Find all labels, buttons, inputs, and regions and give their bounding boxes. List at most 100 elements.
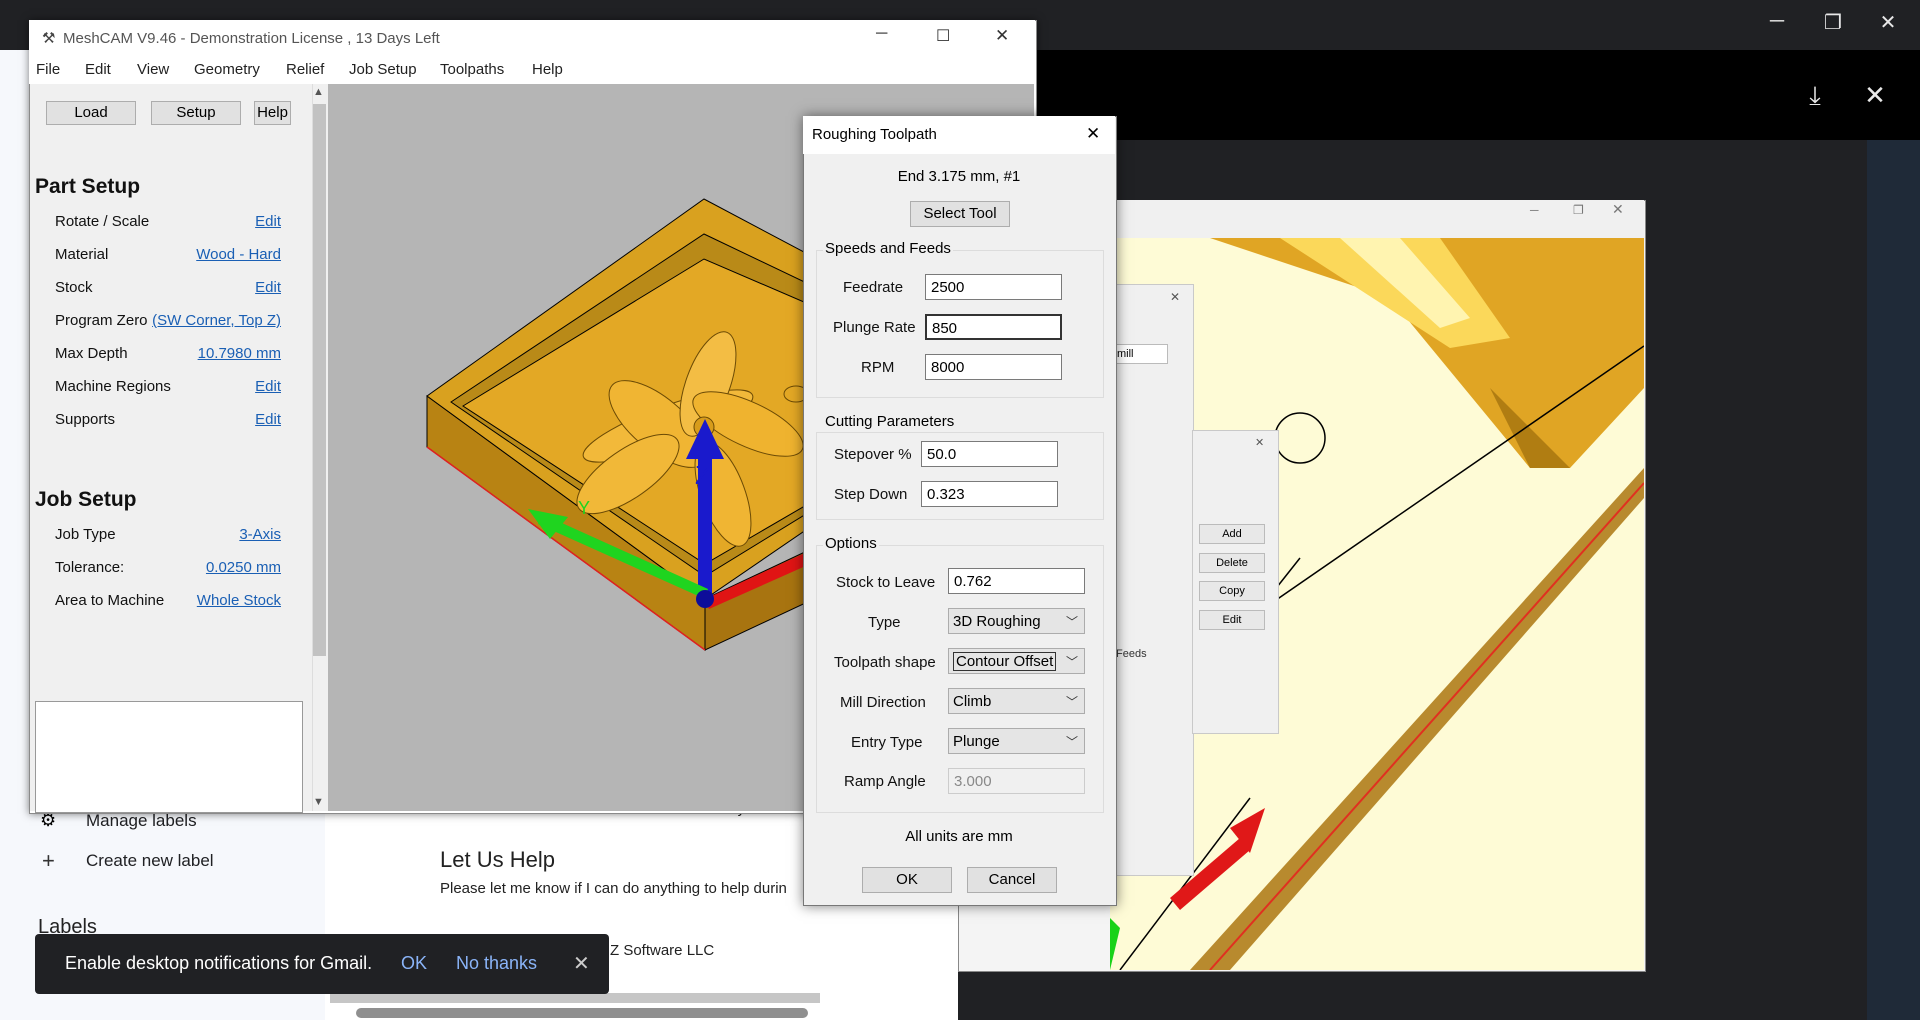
options-group-title: Options [823, 535, 879, 552]
feedrate-label: Feedrate [843, 279, 904, 296]
dialog-close-icon[interactable]: ✕ [1086, 124, 1100, 144]
download-icon[interactable]: ⤓ [1795, 80, 1835, 112]
toast-close-icon[interactable]: ✕ [573, 951, 590, 976]
y-axis-label: Y [578, 498, 591, 518]
step-down-input[interactable]: 0.323 [921, 481, 1058, 507]
load-button[interactable]: Load [46, 101, 136, 125]
bg-add-button: Add [1199, 524, 1265, 544]
menu-job-setup[interactable]: Job Setup [349, 61, 417, 78]
plunge-rate-input[interactable]: 850 [925, 314, 1062, 340]
stock-to-leave-label: Stock to Leave [836, 574, 936, 591]
menu-file[interactable]: File [36, 61, 60, 78]
window-title: MeshCAM V9.46 - Demonstration License , … [63, 30, 440, 47]
toast-no-thanks-button[interactable]: No thanks [456, 953, 537, 974]
rotate-scale-link[interactable]: Edit [255, 213, 281, 230]
type-value: 3D Roughing [953, 613, 1041, 630]
right-side-strip [1867, 140, 1920, 1020]
mill-direction-value: Climb [953, 693, 992, 710]
bg-dialog-close: ✕ [1170, 290, 1181, 304]
toast-ok-button[interactable]: OK [401, 953, 427, 974]
panel-scroll-thumb[interactable] [313, 104, 326, 656]
tool-info: End 3.175 mm, #1 [897, 168, 1021, 185]
help-text: Please let me know if I can do anything … [440, 880, 787, 897]
scroll-up-icon[interactable]: ▲ [313, 86, 324, 98]
area-to-machine-label: Area to Machine [55, 592, 165, 609]
toast-message: Enable desktop notifications for Gmail. [65, 953, 373, 973]
ramp-angle-label: Ramp Angle [844, 773, 926, 790]
program-zero-link[interactable]: (SW Corner, Top Z) [152, 312, 281, 329]
entry-type-value: Plunge [953, 733, 1000, 750]
job-setup-heading: Job Setup [35, 488, 137, 511]
entry-type-select[interactable]: Plunge ﹀ [948, 728, 1085, 754]
stock-link[interactable]: Edit [255, 279, 281, 296]
scroll-down-icon[interactable]: ▼ [313, 796, 324, 808]
chevron-down-icon: ﹀ [1065, 615, 1078, 629]
bg-edit-button: Edit [1199, 610, 1265, 630]
cutting-group-title: Cutting Parameters [823, 413, 957, 430]
menu-edit[interactable]: Edit [85, 61, 111, 78]
mill-direction-select[interactable]: Climb ﹀ [948, 688, 1085, 714]
dialog-title: Roughing Toolpath [812, 126, 937, 143]
setup-button[interactable]: Setup [151, 101, 241, 125]
menu-view[interactable]: View [137, 61, 169, 78]
tolerance-label: Tolerance: [55, 559, 125, 576]
bg-copy-button: Copy [1199, 581, 1265, 601]
select-tool-button[interactable]: Select Tool [910, 201, 1010, 227]
stock-to-leave-input[interactable]: 0.762 [948, 568, 1085, 594]
supports-link[interactable]: Edit [255, 411, 281, 428]
toolpath-shape-value: Contour Offset [953, 652, 1057, 671]
mill-direction-label: Mill Direction [840, 694, 926, 711]
material-link[interactable]: Wood - Hard [196, 246, 281, 263]
bg-minimize-icon: ─ [1530, 203, 1539, 217]
mc-maximize-icon[interactable]: ☐ [936, 26, 950, 46]
signature: Z Software LLC [610, 942, 715, 959]
feedrate-input[interactable]: 2500 [925, 274, 1062, 300]
menu-toolpaths[interactable]: Toolpaths [440, 61, 504, 78]
stepover-label: Stepover % [834, 446, 912, 463]
menu-geometry[interactable]: Geometry [194, 61, 260, 78]
stepover-input[interactable]: 50.0 [921, 441, 1058, 467]
bg-delete-button: Delete [1199, 553, 1265, 573]
menu-relief[interactable]: Relief [286, 61, 324, 78]
ramp-angle-input: 3.000 [948, 768, 1085, 794]
job-type-link[interactable]: 3-Axis [239, 526, 281, 543]
supports-label: Supports [55, 411, 116, 428]
toolpath-shape-select[interactable]: Contour Offset ﹀ [948, 648, 1085, 674]
ok-button[interactable]: OK [862, 867, 952, 893]
plus-icon: + [42, 848, 55, 873]
program-zero-label: Program Zero [55, 312, 148, 329]
speeds-group-title: Speeds and Feeds [823, 240, 953, 257]
bg-close-icon: ✕ [1612, 201, 1624, 217]
rpm-input[interactable]: 8000 [925, 354, 1062, 380]
scrollbar-thumb[interactable] [356, 1008, 808, 1018]
viewer-close-icon[interactable]: ✕ [1855, 80, 1895, 111]
tolerance-link[interactable]: 0.0250 mm [206, 559, 281, 576]
app-icon: ⚒ [42, 30, 56, 47]
help-button[interactable]: Help [254, 101, 291, 125]
chevron-down-icon: ﹀ [1065, 655, 1078, 669]
close-icon[interactable]: ✕ [1868, 10, 1908, 35]
z-axis-label: Z [695, 460, 711, 490]
manage-labels-link[interactable]: Manage labels [86, 811, 197, 831]
toolpath-preview-box [35, 701, 303, 813]
max-depth-label: Max Depth [55, 345, 128, 362]
chevron-down-icon: ﹀ [1065, 695, 1078, 709]
job-type-label: Job Type [55, 526, 116, 543]
rpm-label: RPM [861, 359, 895, 376]
horizontal-scrollbar[interactable] [330, 993, 820, 1003]
create-label-link[interactable]: Create new label [86, 851, 214, 871]
type-select[interactable]: 3D Roughing ﹀ [948, 608, 1085, 634]
toolpath-shape-label: Toolpath shape [834, 654, 936, 671]
minimize-icon[interactable]: ─ [1757, 10, 1797, 33]
stock-label: Stock [55, 279, 93, 296]
max-depth-link[interactable]: 10.7980 mm [198, 345, 281, 362]
background-dialog-fragment [1110, 284, 1194, 876]
mc-minimize-icon[interactable]: ─ [876, 25, 887, 43]
cancel-button[interactable]: Cancel [967, 867, 1057, 893]
machine-regions-link[interactable]: Edit [255, 378, 281, 395]
restore-icon[interactable]: ❐ [1813, 10, 1853, 35]
area-to-machine-link[interactable]: Whole Stock [197, 592, 281, 609]
type-label: Type [868, 614, 901, 631]
menu-help[interactable]: Help [532, 61, 563, 78]
mc-close-icon[interactable]: ✕ [995, 26, 1009, 46]
